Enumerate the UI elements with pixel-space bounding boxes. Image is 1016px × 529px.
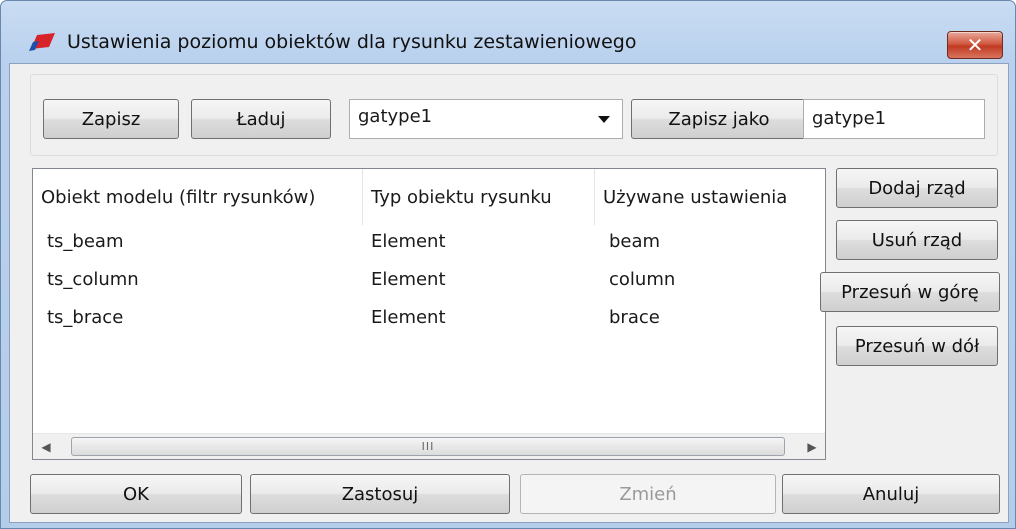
column-header-drawing-object-type[interactable]: Typ obiektu rysunku	[363, 169, 595, 225]
scroll-right-arrow-icon[interactable]: ▶	[799, 434, 825, 459]
scroll-left-arrow-icon[interactable]: ◀	[33, 434, 59, 459]
close-icon: ✕	[966, 33, 984, 57]
dropdown-arrow-icon[interactable]	[598, 116, 610, 123]
scroll-thumb[interactable]: III	[71, 437, 785, 456]
object-level-table[interactable]: Obiekt modelu (filtr rysunków) Typ obiek…	[32, 168, 826, 460]
cell-used-settings: brace	[609, 307, 660, 328]
dialog-window: Ustawienia poziomu obiektów dla rysunku …	[0, 0, 1016, 529]
title-bar[interactable]: Ustawienia poziomu obiektów dla rysunku …	[1, 1, 1015, 59]
save-button[interactable]: Zapisz	[43, 99, 179, 139]
horizontal-scrollbar[interactable]: ◀ III ▶	[33, 433, 825, 459]
table-header: Obiekt modelu (filtr rysunków) Typ obiek…	[33, 169, 825, 225]
cell-drawing-object-type: Element	[371, 269, 446, 290]
cell-drawing-object-type: Element	[371, 307, 446, 328]
scroll-thumb-grip-icon: III	[421, 440, 435, 453]
modify-button[interactable]: Zmień	[520, 474, 776, 514]
remove-row-button[interactable]: Usuń rząd	[836, 220, 998, 260]
cancel-button[interactable]: Anuluj	[782, 474, 1000, 514]
table-row[interactable]: ts_brace Element brace	[33, 307, 825, 345]
cell-used-settings: beam	[609, 231, 661, 252]
cell-model-object: ts_beam	[47, 231, 124, 252]
move-up-button[interactable]: Przesuń w górę	[820, 272, 1000, 312]
load-button[interactable]: Ładuj	[191, 99, 331, 139]
table-row[interactable]: ts_beam Element beam	[33, 231, 825, 269]
app-logo-icon	[29, 33, 55, 51]
column-header-model-object[interactable]: Obiekt modelu (filtr rysunków)	[33, 169, 363, 225]
column-header-used-settings[interactable]: Używane ustawienia	[595, 169, 825, 225]
save-as-button[interactable]: Zapisz jako	[631, 99, 807, 139]
apply-button[interactable]: Zastosuj	[250, 474, 510, 514]
table-row[interactable]: ts_column Element column	[33, 269, 825, 307]
cell-model-object: ts_column	[47, 269, 139, 290]
save-as-name-input[interactable]: gatype1	[803, 99, 985, 139]
settings-dropdown-value: gatype1	[358, 106, 433, 127]
ok-button[interactable]: OK	[30, 474, 242, 514]
cell-drawing-object-type: Element	[371, 231, 446, 252]
add-row-button[interactable]: Dodaj rząd	[836, 168, 998, 208]
close-button[interactable]: ✕	[947, 31, 1003, 59]
cell-used-settings: column	[609, 269, 676, 290]
settings-toolbar: Zapisz Ładuj gatype1 Zapisz jako gatype1	[30, 74, 998, 156]
window-title: Ustawienia poziomu obiektów dla rysunku …	[67, 31, 637, 53]
settings-dropdown[interactable]: gatype1	[349, 99, 623, 139]
dialog-client-area: Zapisz Ładuj gatype1 Zapisz jako gatype1…	[9, 63, 1009, 523]
move-down-button[interactable]: Przesuń w dół	[836, 326, 998, 366]
cell-model-object: ts_brace	[47, 307, 124, 328]
